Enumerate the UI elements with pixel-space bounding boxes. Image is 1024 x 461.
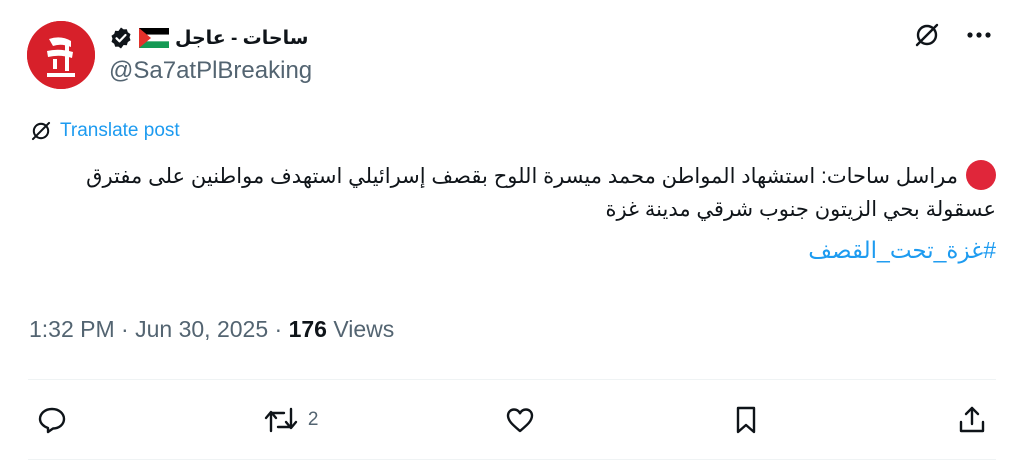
tweet-body: مراسل ساحات: استشهاد المواطن محمد ميسرة … [86,165,996,221]
views-label: Views [333,316,395,342]
bookmark-icon [736,406,756,434]
share-button[interactable] [956,404,988,436]
translate-post-link[interactable]: Translate post [30,120,180,142]
grok-translate-icon [31,121,51,141]
sa7at-logo-icon [27,21,95,89]
repost-icon [264,407,298,433]
red-circle-icon [966,160,996,190]
tweet-meta: 1:32 PM · Jun 30, 2025 · 176 Views [29,316,394,343]
views-count: 176 [288,316,327,342]
author-name[interactable]: ساحات - عاجل [175,27,308,50]
hashtag-link[interactable]: #غزة_تحت_القصف [808,234,996,267]
repost-count: 2 [307,409,319,430]
more-icon[interactable] [964,20,994,50]
avatar[interactable] [27,21,95,89]
tweet-text: مراسل ساحات: استشهاد المواطن محمد ميسرة … [28,160,996,268]
divider [28,459,996,460]
divider [28,379,996,380]
verified-badge-icon [111,27,131,49]
share-icon [959,406,985,433]
author-handle[interactable]: @Sa7atPlBreaking [109,57,312,85]
repost-button[interactable]: 2 [262,404,319,436]
action-bar: 2 [36,398,988,442]
author-name-row: ساحات - عاجل [109,24,308,52]
meta-separator: · [268,316,289,342]
grok-icon[interactable] [912,20,942,50]
tweet-date[interactable]: Jun 30, 2025 [135,316,268,343]
meta-separator: · [114,316,136,342]
heart-icon [507,408,534,433]
palestine-flag-icon [139,28,169,48]
top-actions [912,20,994,50]
tweet-time[interactable]: 1:32 PM [29,316,115,343]
reply-button[interactable] [36,404,76,436]
translate-post-label: Translate post [60,120,180,141]
like-button[interactable] [504,404,544,436]
reply-icon [38,407,66,434]
bookmark-button[interactable] [730,404,770,436]
